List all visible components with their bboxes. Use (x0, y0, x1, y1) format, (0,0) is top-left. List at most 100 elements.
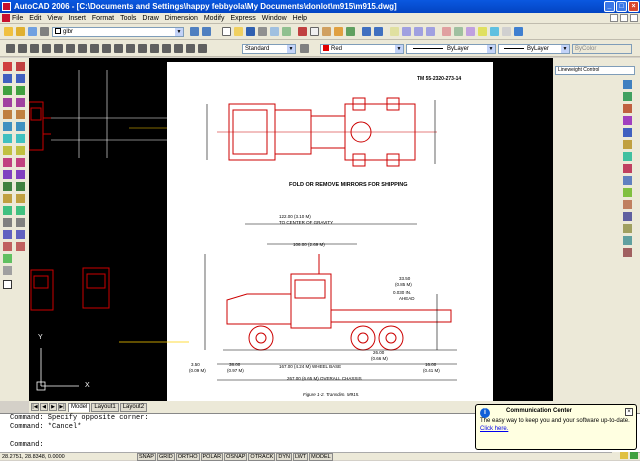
menu-file[interactable]: File (12, 15, 23, 22)
offset-icon[interactable] (16, 98, 25, 107)
construction-line-icon[interactable] (3, 74, 12, 83)
design-center-icon[interactable] (454, 27, 463, 36)
fillet-icon[interactable] (16, 230, 25, 239)
menu-help[interactable]: Help (293, 15, 307, 22)
ordinate-icon[interactable] (42, 44, 51, 53)
maximize-button[interactable]: □ (616, 1, 627, 12)
center-mark-icon[interactable] (162, 44, 171, 53)
match-properties-icon[interactable] (334, 27, 343, 36)
snap-parallel-icon[interactable] (623, 212, 632, 221)
multiline-text-icon[interactable] (3, 280, 12, 289)
menu-edit[interactable]: Edit (29, 15, 41, 22)
paste-icon[interactable] (322, 27, 331, 36)
diameter-icon[interactable] (78, 44, 87, 53)
copy-icon[interactable] (310, 27, 319, 36)
menu-view[interactable]: View (47, 15, 62, 22)
break-icon[interactable] (16, 194, 25, 203)
ellipse-icon[interactable] (3, 170, 12, 179)
cut-icon[interactable] (298, 27, 307, 36)
snap-from-icon[interactable] (623, 92, 632, 101)
menu-format[interactable]: Format (92, 15, 114, 22)
region-icon[interactable] (3, 254, 12, 263)
make-current-icon[interactable] (190, 27, 199, 36)
properties-icon[interactable] (442, 27, 451, 36)
color-combo[interactable]: Red ▼ (320, 44, 404, 54)
array-icon[interactable] (16, 110, 25, 119)
trim-icon[interactable] (16, 170, 25, 179)
sheet-set-icon[interactable] (478, 27, 487, 36)
doc-minimize-button[interactable] (610, 14, 618, 22)
lineweight-combo[interactable]: ByLayer ▼ (498, 44, 570, 54)
continue-icon[interactable] (126, 44, 135, 53)
block-editor-icon[interactable] (346, 27, 355, 36)
tab-layout2[interactable]: Layout2 (119, 402, 148, 412)
linetype-combo[interactable]: ByLayer ▼ (406, 44, 496, 54)
markup-icon[interactable] (490, 27, 499, 36)
rotate-icon[interactable] (16, 134, 25, 143)
baseline-icon[interactable] (114, 44, 123, 53)
menu-express[interactable]: Express (230, 15, 255, 22)
copy-object-icon[interactable] (16, 74, 25, 83)
plot-preview-icon[interactable] (270, 27, 279, 36)
tab-layout1[interactable]: Layout1 (91, 402, 119, 412)
extend-icon[interactable] (16, 182, 25, 191)
balloon-close-button[interactable]: × (625, 408, 633, 416)
leader-icon[interactable] (138, 44, 147, 53)
snap-node-icon[interactable] (623, 236, 632, 245)
lightbulb-icon[interactable] (16, 27, 25, 36)
arc-icon[interactable] (3, 122, 12, 131)
tool-palettes-icon[interactable] (466, 27, 475, 36)
pan-icon[interactable] (390, 27, 399, 36)
lock-icon[interactable] (40, 27, 49, 36)
snap-endpoint-icon[interactable] (623, 104, 632, 113)
lineweight-control-panel[interactable]: Lineweight Control (555, 66, 635, 75)
new-file-icon[interactable] (222, 27, 231, 36)
dim-edit-icon[interactable] (174, 44, 183, 53)
sun-icon[interactable] (28, 27, 37, 36)
make-block-icon[interactable] (3, 206, 12, 215)
save-icon[interactable] (246, 27, 255, 36)
table-icon[interactable] (3, 266, 12, 275)
plot-icon[interactable] (258, 27, 267, 36)
help-icon[interactable] (514, 27, 523, 36)
jogged-icon[interactable] (66, 44, 75, 53)
mirror-icon[interactable] (16, 86, 25, 95)
zoom-window-icon[interactable] (414, 27, 423, 36)
insert-block-icon[interactable] (3, 194, 12, 203)
calculator-icon[interactable] (502, 27, 511, 36)
dim-update-icon[interactable] (198, 44, 207, 53)
minimize-button[interactable]: _ (604, 1, 615, 12)
snap-intersection-icon[interactable] (623, 128, 632, 137)
line-icon[interactable] (3, 62, 12, 71)
undo-icon[interactable] (362, 27, 371, 36)
polygon-icon[interactable] (3, 98, 12, 107)
erase-icon[interactable] (16, 62, 25, 71)
snap-extension-icon[interactable] (623, 152, 632, 161)
doc-restore-button[interactable] (620, 14, 628, 22)
polyline-icon[interactable] (3, 86, 12, 95)
menu-insert[interactable]: Insert (68, 15, 86, 22)
snap-apparent-icon[interactable] (623, 140, 632, 149)
scale-icon[interactable] (16, 146, 25, 155)
document-icon[interactable] (2, 14, 10, 22)
chamfer-icon[interactable] (16, 218, 25, 227)
radius-dim-icon[interactable] (54, 44, 63, 53)
menu-dimension[interactable]: Dimension (165, 15, 198, 22)
snap-center-icon[interactable] (623, 164, 632, 173)
arc-length-icon[interactable] (30, 44, 39, 53)
join-icon[interactable] (16, 206, 25, 215)
menu-draw[interactable]: Draw (142, 15, 158, 22)
gradient-icon[interactable] (3, 242, 12, 251)
tab-model[interactable]: Model (68, 402, 91, 412)
balloon-link[interactable]: Click here. (480, 426, 632, 432)
menu-tools[interactable]: Tools (120, 15, 136, 22)
move-icon[interactable] (16, 122, 25, 131)
hatch-icon[interactable] (3, 230, 12, 239)
zoom-realtime-icon[interactable] (402, 27, 411, 36)
tray-settings-icon[interactable] (630, 452, 638, 459)
snap-tangent-icon[interactable] (623, 188, 632, 197)
point-icon[interactable] (3, 218, 12, 227)
quick-dim-icon[interactable] (102, 44, 111, 53)
linear-dim-icon[interactable] (6, 44, 15, 53)
drawing-canvas[interactable]: Y X TM 55-2320-273-14 FOLD OR REMOVE MIR… (29, 58, 553, 401)
